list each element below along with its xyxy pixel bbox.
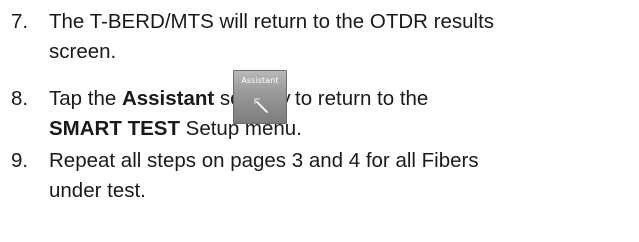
magic-wand-icon (254, 98, 268, 113)
step-number: 7. (11, 10, 29, 33)
step-text-line: The T-BERD/MTS will return to the OTDR r… (49, 10, 495, 33)
step-text-line: Repeat all steps on pages 3 and 4 for al… (49, 149, 479, 172)
smart-test-keyword: SMART TEST (49, 117, 180, 140)
step-text-line: SMART TEST Setup menu. (49, 115, 302, 143)
step-number: 8. (11, 87, 29, 110)
step-text-line: under test. (49, 179, 146, 202)
step-number: 9. (11, 149, 29, 172)
softkey-label: Assistant (241, 76, 279, 85)
step-text-line: to return to the (295, 87, 429, 110)
step-text: Tap the (49, 87, 122, 110)
step-text: Setup menu. (179, 117, 302, 140)
step-text-line: screen. (49, 40, 117, 63)
assistant-keyword: Assistant (121, 87, 215, 110)
